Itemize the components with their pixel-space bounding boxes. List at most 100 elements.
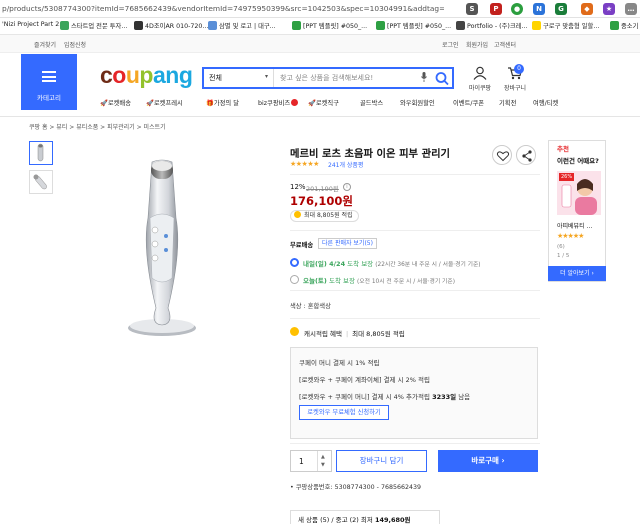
divider (290, 443, 540, 444)
bookmark[interactable]: Portfolio - (주)크레... (456, 21, 527, 30)
bookmark[interactable]: 'Nizi Project Part 2... (2, 21, 65, 28)
chevron-down-icon[interactable]: ▼ (321, 462, 325, 468)
nav-wow-discount[interactable]: 와우회원할인 (400, 98, 435, 107)
search-icon[interactable] (434, 71, 450, 86)
bookmark-icon (376, 21, 385, 30)
quantity-value[interactable]: 1 (299, 457, 304, 466)
hamburger-icon (42, 71, 56, 82)
nav-rocket-fresh[interactable]: 🚀로켓프레시 (146, 98, 183, 107)
category-menu-button[interactable]: 카테고리 (21, 54, 77, 110)
customer-center-link[interactable]: 고객센터 (494, 40, 516, 49)
quantity-stepper[interactable]: 1 ▲ ▼ (290, 450, 332, 472)
divider (0, 116, 640, 117)
buy-now-button[interactable]: 바로구매 › (438, 450, 538, 472)
bookmark[interactable]: 중소기 (610, 21, 638, 30)
divider (290, 290, 540, 291)
recommended-product-image[interactable]: 26% (557, 171, 601, 215)
shipping-option-radio[interactable] (290, 275, 299, 284)
rocket-wow-trial-button[interactable]: 로켓와우 무료체험 신청하기 (299, 405, 389, 420)
shipping-option-2[interactable]: 오늘(토) 도착 보장 (오전 10시 전 주문 시 / 서울⋅경기 기준) (303, 275, 455, 285)
extension-icon[interactable]: ◆ (581, 3, 593, 15)
coin-icon (294, 211, 301, 218)
favorites-link[interactable]: 즐겨찾기 (34, 40, 56, 49)
coupang-logo[interactable]: coupang (100, 62, 193, 89)
heart-icon (496, 151, 510, 162)
recommendation-title-red: 추천 (557, 145, 569, 153)
share-icon (522, 150, 532, 162)
other-sellers-button[interactable]: 다른 판매자 보기(5) (318, 238, 377, 249)
bookmark-icon (208, 21, 217, 30)
product-main-image[interactable] (122, 158, 202, 338)
thumbnail-selected[interactable] (29, 141, 53, 165)
rating-stars: ★★★★★ (290, 160, 319, 168)
wishlist-button[interactable] (492, 145, 512, 165)
nav-special[interactable]: 기획전 (499, 98, 516, 107)
category-nav: 🚀로켓배송 🚀로켓프레시 🎁가정의 달 biz쿠팡비즈 🚀로켓직구 골드박스 와… (98, 98, 558, 110)
pagination: 1 / 5 (557, 253, 570, 259)
review-count: (6) (557, 244, 565, 250)
extension-icon[interactable]: S (466, 3, 478, 15)
product-thumbnail-image (37, 143, 44, 162)
product-title: 메르비 로츠 초음파 이온 피부 관리기 (290, 148, 451, 160)
extension-icon[interactable]: ● (511, 3, 523, 15)
nav-travel-ticket[interactable]: 여행/티켓 (533, 98, 558, 107)
login-link[interactable]: 로그인 (442, 40, 459, 49)
product-number: • 쿠팡상품번호: 5308774300 - 7685662439 (290, 484, 422, 491)
new-used-tab[interactable]: 새 상품 (5) / 중고 (2) 최저 149,680원 (290, 510, 440, 524)
shipping-option-radio-selected[interactable] (290, 258, 299, 267)
breadcrumb[interactable]: 쿠팡 홈 > 뷰티 > 뷰티소품 > 피부관리기 > 미스트기 (29, 122, 166, 131)
top-links: 즐겨찾기 입점신청 로그인 회원가입 고객센터 (0, 35, 640, 53)
bookmark-icon (60, 21, 69, 30)
extension-icon[interactable]: P (490, 3, 502, 15)
address-bar[interactable]: p/products/5308774300?itemId=7685662439&… (0, 0, 640, 18)
bookmark[interactable]: 삼별 및 로고 | 대구... (208, 21, 276, 30)
mypage-button[interactable]: 마이쿠팡 (465, 66, 495, 92)
extension-icon[interactable]: ★ (603, 3, 615, 15)
search-bar: 전체 ▾ 찾고 싶은 상품을 검색해보세요! (202, 67, 454, 89)
review-count-link[interactable]: 241개 상품평 (328, 160, 363, 169)
option-color: 색상 : 혼합색상 (290, 303, 331, 310)
share-button[interactable] (516, 145, 536, 165)
nav-rocket-direct[interactable]: 🚀로켓직구 (308, 98, 339, 107)
bookmark-icon (532, 21, 541, 30)
benefit-line: 쿠페이 머니 결제 시 1% 적립 (299, 359, 380, 367)
discount-badge: 26% (559, 173, 575, 181)
bookmark[interactable]: [PPT 템플릿] #050_... (292, 21, 367, 30)
info-icon[interactable]: i (343, 183, 351, 191)
url-text[interactable]: p/products/5308774300?itemId=7685662439&… (2, 4, 444, 13)
nav-goldbox[interactable]: 골드박스 (360, 98, 383, 107)
nav-event-coupon[interactable]: 이벤트/쿠폰 (453, 98, 484, 107)
extension-icon[interactable]: G (555, 3, 567, 15)
sale-price: 176,100원 (290, 194, 353, 208)
nav-family-month[interactable]: 🎁가정의 달 (206, 98, 239, 107)
bookmarks-bar: 'Nizi Project Part 2... 스타트업 전문 투자... 4D… (0, 18, 640, 35)
gift-icon: 🎁 (206, 100, 214, 107)
bookmark[interactable]: 스타트업 전문 투자... (60, 21, 127, 30)
see-more-button[interactable]: 더 알아보기 › (548, 266, 606, 281)
nav-coupang-biz[interactable]: biz쿠팡비즈 (258, 98, 299, 107)
add-to-cart-button[interactable]: 장바구니 담기 (336, 450, 427, 472)
extension-icon[interactable]: N (533, 3, 545, 15)
original-price: 201,190원 (306, 185, 339, 193)
bookmark[interactable]: 4D조이AR 010-720... (134, 21, 208, 30)
rocket-icon: 🚀 (146, 100, 154, 107)
cash-icon (290, 327, 299, 336)
microphone-icon[interactable] (421, 72, 427, 82)
chevron-up-icon[interactable]: ▲ (321, 454, 325, 460)
shipping-option-1[interactable]: 내일(일) 4/24 도착 보장 (22시간 36분 내 주문 시 / 서울⋅경… (303, 258, 481, 268)
bookmark[interactable]: [PPT 템플릿] #050_... (376, 21, 451, 30)
search-category-select[interactable]: 전체 ▾ (204, 69, 274, 87)
bookmark[interactable]: 구로구 맞춤형 일할... (532, 21, 599, 30)
seller-signup-link[interactable]: 입점신청 (64, 40, 86, 49)
chevron-down-icon: ▾ (264, 73, 268, 80)
thumbnail[interactable] (29, 170, 53, 194)
category-menu-label: 카테고리 (37, 94, 61, 102)
recommended-product-name[interactable]: 아띠베뷰티 ... (557, 221, 592, 230)
search-input[interactable]: 찾고 싶은 상품을 검색해보세요! (280, 73, 373, 83)
signup-link[interactable]: 회원가입 (466, 40, 488, 49)
recommendation-title: 이런건 어때요? (557, 157, 599, 165)
divider (317, 451, 318, 471)
extension-icon[interactable]: … (625, 3, 637, 15)
nav-rocket-delivery[interactable]: 🚀로켓배송 (100, 98, 131, 107)
divider (290, 318, 540, 319)
